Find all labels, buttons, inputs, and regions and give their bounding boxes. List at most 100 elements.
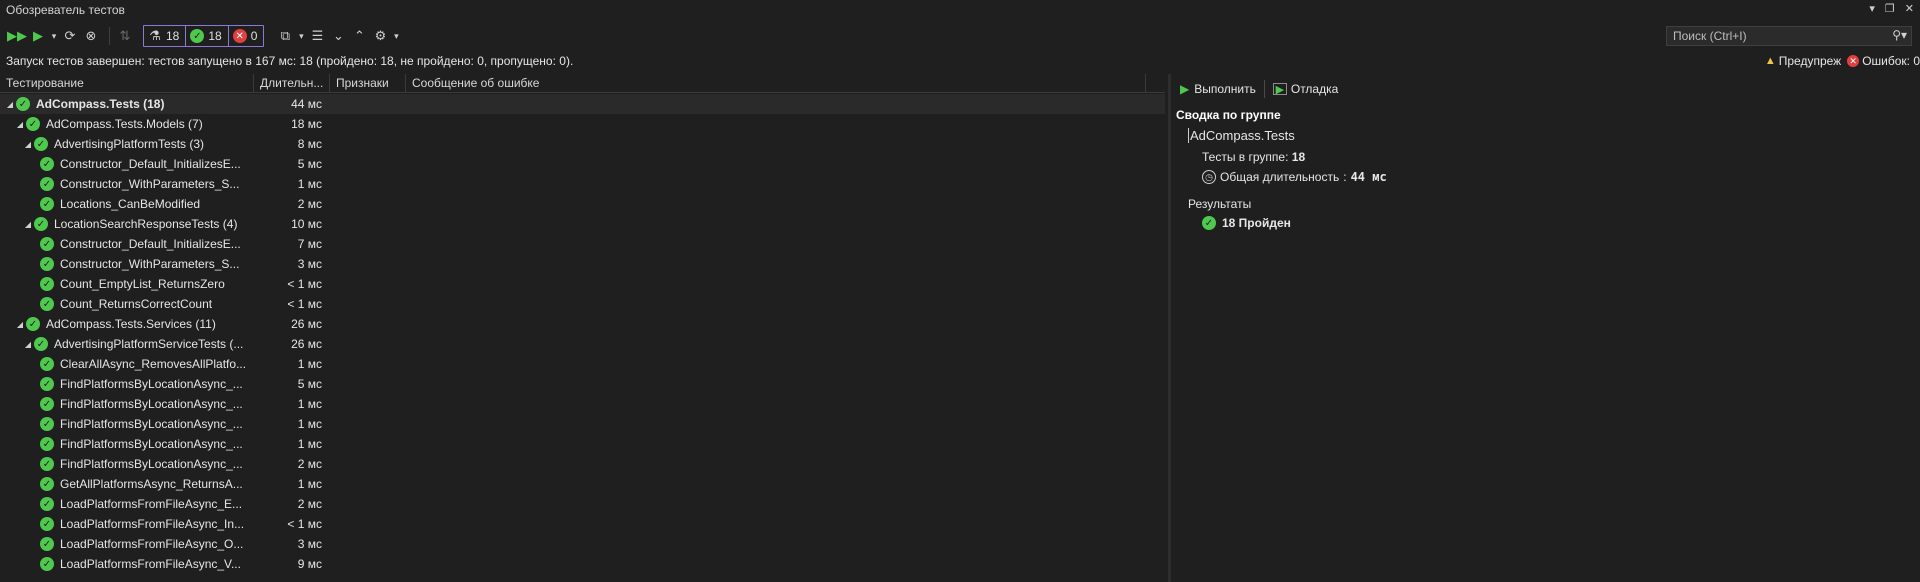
total-duration-value: 44 мс [1350, 170, 1387, 184]
run-all-tests-icon[interactable]: ▶▶ [7, 27, 27, 45]
passed-status-icon: ✓ [34, 137, 48, 151]
errors-badge[interactable]: ✕ Ошибок: 0 [1847, 54, 1920, 68]
test-duration: 9 мс [297, 557, 322, 571]
test-name: Locations_CanBeModified [60, 197, 201, 211]
playlist-icon[interactable]: ⧉ [276, 27, 294, 45]
run-tests-icon[interactable]: ▶ [29, 27, 47, 45]
column-header-test[interactable]: Тестирование [0, 74, 254, 93]
passed-status-icon: ✓ [40, 157, 54, 171]
test-duration: 5 мс [297, 157, 322, 171]
search-input[interactable]: Поиск (Ctrl+I) ⚲▾ [1666, 26, 1912, 46]
test-row[interactable]: ◢ ✓ AdCompass.Tests (18) 44 мс [0, 94, 1165, 114]
tests-in-group-value: 18 [1291, 150, 1306, 164]
test-duration: 5 мс [297, 377, 322, 391]
test-row[interactable]: ◢ ✓ AdvertisingPlatformTests (3) 8 мс [0, 134, 1165, 154]
test-duration: < 1 мс [287, 277, 322, 291]
expand-collapse-icon[interactable]: ◢ [4, 100, 16, 109]
playlist-dropdown-icon[interactable]: ▾ [297, 27, 305, 45]
test-row[interactable]: ◢ ✓ AdvertisingPlatformServiceTests (... 26… [0, 334, 1165, 354]
repeat-last-run-icon[interactable]: ⟳ [61, 27, 79, 45]
restore-window-icon[interactable]: ❐ [1885, 2, 1895, 15]
column-header-traits[interactable]: Признаки [330, 74, 406, 93]
passed-result-label: 18 Пройден [1222, 216, 1291, 230]
passed-status-icon: ✓ [40, 357, 54, 371]
column-header-error-message[interactable]: Сообщение об ошибке [406, 74, 1146, 93]
test-row[interactable]: ✓ LoadPlatformsFromFileAsync_O... 3 мс [0, 534, 1165, 554]
test-row[interactable]: ✓ Constructor_WithParameters_S... 1 мс [0, 174, 1165, 194]
passed-status-icon: ✓ [40, 397, 54, 411]
column-header-duration[interactable]: Длительн... [254, 74, 330, 93]
run-dropdown-icon[interactable]: ▾ [50, 27, 58, 45]
run-button[interactable]: ▶ Выполнить [1180, 82, 1256, 96]
test-row[interactable]: ✓ Count_ReturnsCorrectCount < 1 мс [0, 294, 1165, 314]
close-window-icon[interactable]: ✕ [1905, 2, 1914, 15]
test-row[interactable]: ◢ ✓ AdCompass.Tests.Models (7) 18 мс [0, 114, 1165, 134]
column-headers: Тестирование Длительн... Признаки Сообще… [0, 74, 1165, 93]
settings-gear-icon[interactable]: ⚙ [371, 27, 389, 45]
passed-status-icon: ✓ [40, 197, 54, 211]
total-count: 18 [166, 29, 180, 43]
test-duration: 7 мс [297, 237, 322, 251]
warnings-badge[interactable]: ▲ Предупреж [1765, 54, 1841, 68]
test-row[interactable]: ◢ ✓ LocationSearchResponseTests (4) 10 мс [0, 214, 1165, 234]
expand-all-icon[interactable]: ⌄ [329, 27, 347, 45]
passed-status-icon: ✓ [40, 237, 54, 251]
details-panel: ▶ Выполнить ▶ Отладка Сводка по группе A… [1172, 74, 1920, 582]
test-row[interactable]: ✓ Count_EmptyList_ReturnsZero < 1 мс [0, 274, 1165, 294]
x-icon: ✕ [232, 29, 247, 43]
group-name: AdCompass.Tests [1188, 128, 1295, 143]
passed-status-icon: ✓ [40, 477, 54, 491]
test-row[interactable]: ✓ FindPlatformsByLocationAsync_... 1 мс [0, 414, 1165, 434]
search-icon[interactable]: ⚲▾ [1892, 28, 1907, 42]
expand-collapse-icon[interactable]: ◢ [14, 320, 26, 329]
test-list-panel: Тестирование Длительн... Признаки Сообще… [0, 74, 1165, 582]
group-summary-heading: Сводка по группе [1176, 108, 1281, 122]
expand-collapse-icon[interactable]: ◢ [14, 120, 26, 129]
passed-tests-filter[interactable]: ✓ 18 [186, 26, 229, 46]
passed-status-icon: ✓ [40, 297, 54, 311]
test-row[interactable]: ✓ FindPlatformsByLocationAsync_... 2 мс [0, 454, 1165, 474]
cancel-run-icon[interactable]: ⊗ [82, 27, 100, 45]
test-duration: 1 мс [297, 437, 322, 451]
expand-collapse-icon[interactable]: ◢ [22, 140, 34, 149]
test-row[interactable]: ✓ LoadPlatformsFromFileAsync_V... 9 мс [0, 554, 1165, 574]
expand-collapse-icon[interactable]: ◢ [22, 220, 34, 229]
test-name: FindPlatformsByLocationAsync_... [60, 397, 243, 411]
window-controls: ▾ ❐ ✕ [1869, 2, 1914, 15]
test-row[interactable]: ✓ LoadPlatformsFromFileAsync_E... 2 мс [0, 494, 1165, 514]
dropdown-arrow-icon[interactable]: ▾ [1869, 2, 1875, 15]
total-tests-filter[interactable]: ⚗ 18 [144, 26, 187, 46]
passed-status-icon: ✓ [40, 497, 54, 511]
test-name: Count_EmptyList_ReturnsZero [60, 277, 225, 291]
test-duration: 10 мс [291, 217, 322, 231]
run-failed-tests-icon[interactable]: ⇅ [116, 27, 134, 45]
test-row[interactable]: ✓ Locations_CanBeModified 2 мс [0, 194, 1165, 214]
settings-dropdown-icon[interactable]: ▾ [392, 27, 400, 45]
passed-status-icon: ✓ [40, 557, 54, 571]
test-duration: 1 мс [297, 397, 322, 411]
group-by-icon[interactable]: ☰ [308, 27, 326, 45]
collapse-all-icon[interactable]: ⌃ [350, 27, 368, 45]
expand-collapse-icon[interactable]: ◢ [22, 340, 34, 349]
debug-button[interactable]: ▶ Отладка [1272, 82, 1338, 96]
test-name: LoadPlatformsFromFileAsync_E... [60, 497, 243, 511]
test-name: ClearAllAsync_RemovesAllPlatfo... [60, 357, 247, 371]
passed-status-icon: ✓ [40, 277, 54, 291]
test-row[interactable]: ✓ FindPlatformsByLocationAsync_... 1 мс [0, 394, 1165, 414]
panel-splitter[interactable] [1168, 74, 1171, 582]
test-row[interactable]: ◢ ✓ AdCompass.Tests.Services (11) 26 мс [0, 314, 1165, 334]
passed-result[interactable]: ✓ 18 Пройден [1202, 216, 1291, 230]
test-row[interactable]: ✓ Constructor_Default_InitializesE... 7 мс [0, 234, 1165, 254]
test-row[interactable]: ✓ Constructor_Default_InitializesE... 5 мс [0, 154, 1165, 174]
passed-status-icon: ✓ [26, 317, 40, 331]
failed-tests-filter[interactable]: ✕ 0 [229, 26, 264, 46]
test-duration: 44 мс [291, 97, 322, 111]
total-duration-label: Общая длительность [1220, 170, 1340, 184]
test-row[interactable]: ✓ LoadPlatformsFromFileAsync_In... < 1 мс [0, 514, 1165, 534]
test-row[interactable]: ✓ FindPlatformsByLocationAsync_... 5 мс [0, 374, 1165, 394]
test-row[interactable]: ✓ Constructor_WithParameters_S... 3 мс [0, 254, 1165, 274]
test-row[interactable]: ✓ GetAllPlatformsAsync_ReturnsA... 1 мс [0, 474, 1165, 494]
test-row[interactable]: ✓ ClearAllAsync_RemovesAllPlatfo... 1 мс [0, 354, 1165, 374]
test-row[interactable]: ✓ FindPlatformsByLocationAsync_... 1 мс [0, 434, 1165, 454]
passed-status-icon: ✓ [40, 517, 54, 531]
